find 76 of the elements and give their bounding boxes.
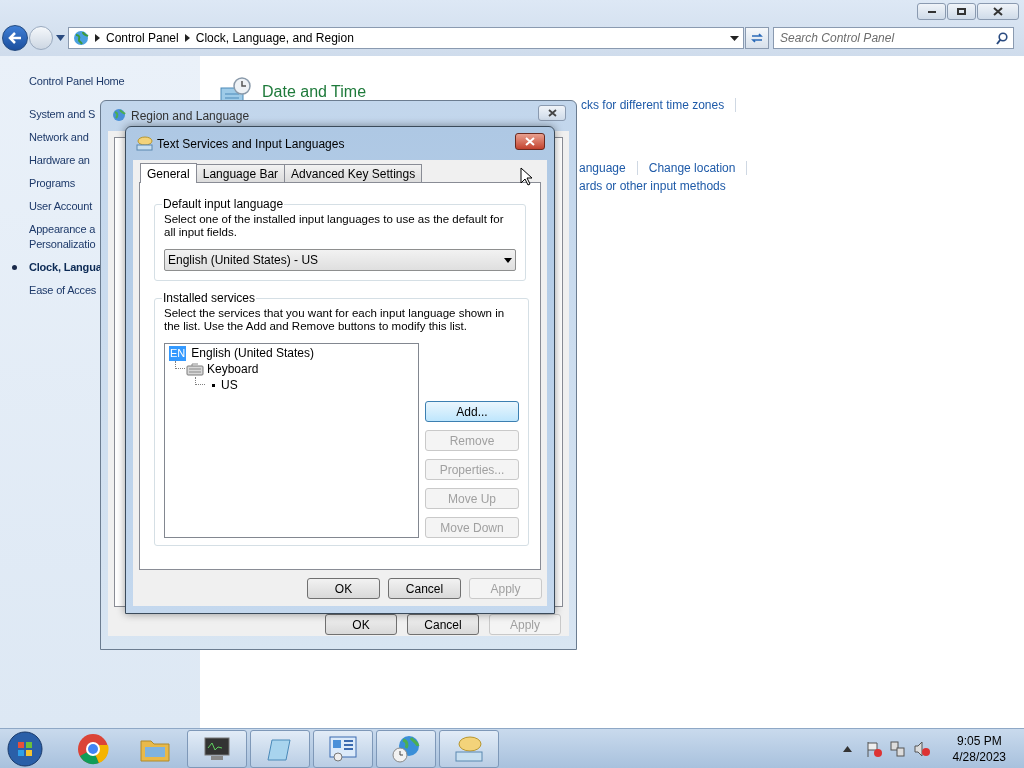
taskbar-button[interactable]: [313, 729, 373, 768]
start-button[interactable]: [5, 729, 45, 768]
group-title: Default input language: [162, 196, 285, 213]
dialog-button[interactable]: OK: [307, 578, 380, 599]
speaker-muted-icon[interactable]: [912, 739, 931, 758]
sidebar-link[interactable]: User Account: [29, 198, 93, 215]
tree-item[interactable]: English (United States): [191, 345, 314, 361]
taskbar-button[interactable]: [187, 729, 247, 768]
sidebar-link[interactable]: Network and: [29, 129, 89, 146]
close-button[interactable]: [977, 3, 1019, 20]
back-arrow-icon: [8, 32, 22, 44]
globe-icon: [73, 30, 89, 46]
dialog-button[interactable]: OK: [325, 614, 397, 635]
sidebar-link[interactable]: Ease of Acces: [29, 282, 97, 299]
close-icon: [547, 109, 557, 117]
clock-time[interactable]: 9:05 PM: [956, 732, 1002, 749]
flag-icon[interactable]: [864, 739, 883, 758]
search-field[interactable]: Search Control Panel: [773, 27, 1014, 49]
network-icon[interactable]: [888, 739, 907, 758]
task-link[interactable]: cks for different time zones: [581, 96, 725, 114]
description: Select the services that you want for each input language shown in the list. Use the Add and Remove buttons to modify this list.: [164, 307, 506, 333]
dropdown-icon: [504, 257, 512, 263]
service-button[interactable]: Add...: [425, 401, 519, 422]
dialog-button[interactable]: Cancel: [407, 614, 479, 635]
sidebar-link[interactable]: Personalizatio: [29, 236, 96, 253]
maximize-button[interactable]: [947, 3, 976, 20]
globe-icon: [111, 108, 127, 124]
close-icon: [525, 136, 535, 146]
task-link[interactable]: Change location: [648, 159, 736, 177]
description: Select one of the installed input languages to use as the default for all input fields.: [164, 213, 505, 239]
close-button[interactable]: [538, 105, 566, 121]
address-field[interactable]: Control Panel Clock, Language, and Region: [68, 27, 744, 49]
sidebar-link[interactable]: Control Panel Home: [29, 73, 125, 90]
chevron-icon[interactable]: [95, 34, 100, 42]
breadcrumb[interactable]: Clock, Language, and Region: [195, 29, 354, 47]
globe-clock-icon: [391, 733, 421, 764]
window-title: Text Services and Input Languages: [157, 135, 345, 153]
language-badge: EN: [169, 345, 187, 361]
task-link[interactable]: anguage: [579, 159, 626, 177]
control-panel-icon: [328, 734, 358, 763]
task-link[interactable]: ards or other input methods: [579, 177, 726, 195]
dropdown-icon[interactable]: [56, 35, 65, 41]
sidebar-link[interactable]: Hardware an: [29, 152, 90, 169]
refresh-button[interactable]: [745, 27, 769, 49]
tree-item[interactable]: US: [221, 377, 238, 393]
minimize-button[interactable]: [917, 3, 946, 20]
sidebar-link[interactable]: Appearance a: [29, 221, 96, 238]
chevron-icon[interactable]: [184, 34, 190, 42]
back-button[interactable]: [2, 25, 28, 51]
tree-item[interactable]: Keyboard: [207, 361, 259, 377]
breadcrumb[interactable]: Control Panel: [106, 29, 179, 47]
services-tree[interactable]: EN English (United States) Keyboard US: [164, 343, 419, 538]
tab[interactable]: Advanced Key Settings: [284, 164, 423, 182]
chrome-icon[interactable]: [77, 732, 109, 765]
search-input[interactable]: Search Control Panel: [780, 29, 996, 47]
sidebar-link[interactable]: Programs: [29, 175, 76, 192]
show-hidden-icons-icon[interactable]: [842, 745, 852, 752]
monitor-icon: [203, 735, 231, 762]
section-heading[interactable]: Date and Time: [262, 80, 367, 104]
search-icon[interactable]: [996, 31, 1008, 45]
window-title: Region and Language: [131, 108, 250, 125]
keyboard-icon: [186, 362, 204, 376]
refresh-icon: [750, 32, 764, 44]
keyboard-speech-icon: [453, 734, 485, 763]
clock-date[interactable]: 4/28/2023: [952, 748, 1006, 765]
language-dropdown[interactable]: English (United States) - US: [164, 249, 516, 271]
dialog-button[interactable]: Cancel: [388, 578, 461, 599]
sidebar-link[interactable]: System and S: [29, 106, 96, 123]
keyboard-speech-icon: [136, 136, 153, 151]
tab[interactable]: General: [140, 163, 197, 183]
group-title: Installed services: [162, 290, 257, 307]
bullet-icon: [212, 383, 215, 387]
close-button[interactable]: [515, 132, 545, 150]
dropdown-icon[interactable]: [730, 35, 739, 41]
close-icon: [993, 7, 1003, 16]
tab[interactable]: Language Bar: [195, 164, 286, 182]
